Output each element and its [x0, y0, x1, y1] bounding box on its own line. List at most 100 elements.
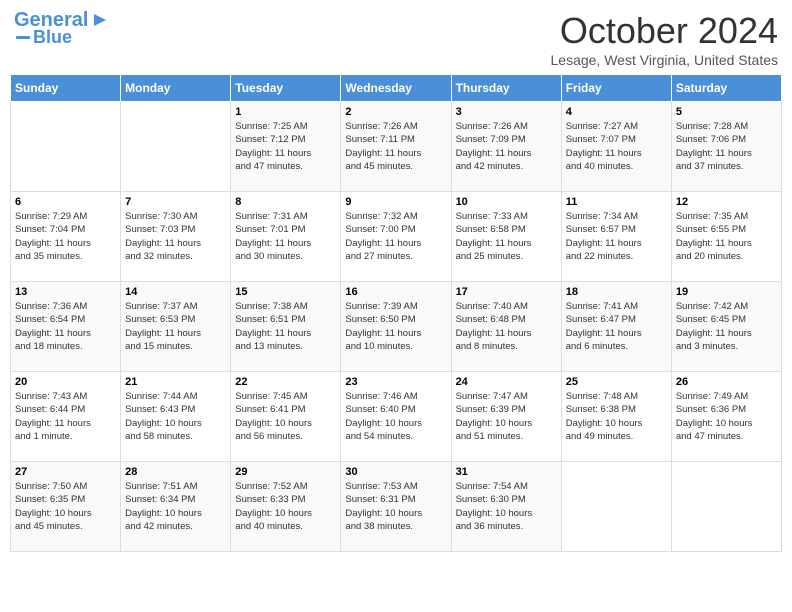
day-detail: Sunrise: 7:53 AM Sunset: 6:31 PM Dayligh…	[345, 480, 446, 533]
day-number: 22	[235, 376, 336, 388]
day-cell: 25Sunrise: 7:48 AM Sunset: 6:38 PM Dayli…	[561, 372, 671, 462]
day-detail: Sunrise: 7:47 AM Sunset: 6:39 PM Dayligh…	[456, 390, 557, 443]
day-cell: 3 Sunrise: 7:26 AM Sunset: 7:09 PM Daylig…	[451, 102, 561, 192]
day-cell: 27 Sunrise: 7:50 AM Sunset: 6:35 PM Dayli…	[11, 462, 121, 552]
day-number: 29	[235, 466, 336, 478]
day-detail: Sunrise: 7:26 AM Sunset: 7:11 PM Dayligh…	[345, 120, 446, 173]
day-cell: 24Sunrise: 7:47 AM Sunset: 6:39 PM Dayli…	[451, 372, 561, 462]
day-cell: 21 Sunrise: 7:44 AM Sunset: 6:43 PM Dayli…	[121, 372, 231, 462]
day-detail: Sunrise: 7:49 AM Sunset: 6:36 PM Dayligh…	[676, 390, 777, 443]
day-detail: Sunrise: 7:26 AM Sunset: 7:09 PM Dayligh…	[456, 120, 557, 173]
day-cell	[561, 462, 671, 552]
week-row-2: 13 Sunrise: 7:36 AM Sunset: 6:54 PM Dayli…	[11, 282, 782, 372]
day-number: 12	[676, 196, 777, 208]
col-friday: Friday	[561, 75, 671, 102]
day-number: 20	[15, 376, 116, 388]
day-detail: Sunrise: 7:48 AM Sunset: 6:38 PM Dayligh…	[566, 390, 667, 443]
day-cell: 17Sunrise: 7:40 AM Sunset: 6:48 PM Dayli…	[451, 282, 561, 372]
day-cell: 16 Sunrise: 7:39 AM Sunset: 6:50 PM Dayli…	[341, 282, 451, 372]
day-number: 3	[456, 106, 557, 118]
day-detail: Sunrise: 7:40 AM Sunset: 6:48 PM Dayligh…	[456, 300, 557, 353]
day-cell: 23 Sunrise: 7:46 AM Sunset: 6:40 PM Dayli…	[341, 372, 451, 462]
day-detail: Sunrise: 7:37 AM Sunset: 6:53 PM Dayligh…	[125, 300, 226, 353]
location: Lesage, West Virginia, United States	[551, 52, 779, 68]
day-cell: 15 Sunrise: 7:38 AM Sunset: 6:51 PM Dayli…	[231, 282, 341, 372]
day-detail: Sunrise: 7:50 AM Sunset: 6:35 PM Dayligh…	[15, 480, 116, 533]
day-detail: Sunrise: 7:32 AM Sunset: 7:00 PM Dayligh…	[345, 210, 446, 263]
calendar-table: Sunday Monday Tuesday Wednesday Thursday…	[10, 74, 782, 552]
day-detail: Sunrise: 7:42 AM Sunset: 6:45 PM Dayligh…	[676, 300, 777, 353]
day-cell: 30 Sunrise: 7:53 AM Sunset: 6:31 PM Dayli…	[341, 462, 451, 552]
day-number: 1	[235, 106, 336, 118]
day-detail: Sunrise: 7:27 AM Sunset: 7:07 PM Dayligh…	[566, 120, 667, 173]
day-cell: 8 Sunrise: 7:31 AM Sunset: 7:01 PM Daylig…	[231, 192, 341, 282]
day-detail: Sunrise: 7:29 AM Sunset: 7:04 PM Dayligh…	[15, 210, 116, 263]
day-cell: 9 Sunrise: 7:32 AM Sunset: 7:00 PM Daylig…	[341, 192, 451, 282]
day-number: 26	[676, 376, 777, 388]
week-row-1: 6Sunrise: 7:29 AM Sunset: 7:04 PM Daylig…	[11, 192, 782, 282]
day-cell	[11, 102, 121, 192]
day-cell: 20 Sunrise: 7:43 AM Sunset: 6:44 PM Dayli…	[11, 372, 121, 462]
day-number: 30	[345, 466, 446, 478]
title-block: October 2024 Lesage, West Virginia, Unit…	[551, 10, 779, 68]
day-detail: Sunrise: 7:39 AM Sunset: 6:50 PM Dayligh…	[345, 300, 446, 353]
day-number: 27	[15, 466, 116, 478]
day-detail: Sunrise: 7:45 AM Sunset: 6:41 PM Dayligh…	[235, 390, 336, 443]
day-cell: 6Sunrise: 7:29 AM Sunset: 7:04 PM Daylig…	[11, 192, 121, 282]
day-cell: 13 Sunrise: 7:36 AM Sunset: 6:54 PM Dayli…	[11, 282, 121, 372]
day-cell: 12 Sunrise: 7:35 AM Sunset: 6:55 PM Dayli…	[671, 192, 781, 282]
day-number: 9	[345, 196, 446, 208]
day-detail: Sunrise: 7:25 AM Sunset: 7:12 PM Dayligh…	[235, 120, 336, 173]
day-detail: Sunrise: 7:44 AM Sunset: 6:43 PM Dayligh…	[125, 390, 226, 443]
week-row-3: 20 Sunrise: 7:43 AM Sunset: 6:44 PM Dayli…	[11, 372, 782, 462]
day-number: 16	[345, 286, 446, 298]
day-detail: Sunrise: 7:52 AM Sunset: 6:33 PM Dayligh…	[235, 480, 336, 533]
day-detail: Sunrise: 7:30 AM Sunset: 7:03 PM Dayligh…	[125, 210, 226, 263]
day-number: 7	[125, 196, 226, 208]
day-detail: Sunrise: 7:31 AM Sunset: 7:01 PM Dayligh…	[235, 210, 336, 263]
day-cell: 28 Sunrise: 7:51 AM Sunset: 6:34 PM Dayli…	[121, 462, 231, 552]
day-number: 8	[235, 196, 336, 208]
col-monday: Monday	[121, 75, 231, 102]
day-cell: 7 Sunrise: 7:30 AM Sunset: 7:03 PM Daylig…	[121, 192, 231, 282]
day-cell: 5 Sunrise: 7:28 AM Sunset: 7:06 PM Daylig…	[671, 102, 781, 192]
day-cell: 4Sunrise: 7:27 AM Sunset: 7:07 PM Daylig…	[561, 102, 671, 192]
day-cell: 29 Sunrise: 7:52 AM Sunset: 6:33 PM Dayli…	[231, 462, 341, 552]
day-detail: Sunrise: 7:46 AM Sunset: 6:40 PM Dayligh…	[345, 390, 446, 443]
day-number: 21	[125, 376, 226, 388]
day-number: 28	[125, 466, 226, 478]
day-cell: 26 Sunrise: 7:49 AM Sunset: 6:36 PM Dayli…	[671, 372, 781, 462]
day-number: 18	[566, 286, 667, 298]
logo-blue: Blue	[33, 28, 72, 46]
day-detail: Sunrise: 7:51 AM Sunset: 6:34 PM Dayligh…	[125, 480, 226, 533]
day-detail: Sunrise: 7:41 AM Sunset: 6:47 PM Dayligh…	[566, 300, 667, 353]
day-cell: 19Sunrise: 7:42 AM Sunset: 6:45 PM Dayli…	[671, 282, 781, 372]
day-cell: 31Sunrise: 7:54 AM Sunset: 6:30 PM Dayli…	[451, 462, 561, 552]
col-sunday: Sunday	[11, 75, 121, 102]
day-number: 5	[676, 106, 777, 118]
week-row-0: 1 Sunrise: 7:25 AM Sunset: 7:12 PM Daylig…	[11, 102, 782, 192]
logo: General Blue	[14, 10, 110, 46]
day-cell	[671, 462, 781, 552]
day-number: 10	[456, 196, 557, 208]
day-cell: 10Sunrise: 7:33 AM Sunset: 6:58 PM Dayli…	[451, 192, 561, 282]
day-cell: 1 Sunrise: 7:25 AM Sunset: 7:12 PM Daylig…	[231, 102, 341, 192]
header-row: Sunday Monday Tuesday Wednesday Thursday…	[11, 75, 782, 102]
day-detail: Sunrise: 7:34 AM Sunset: 6:57 PM Dayligh…	[566, 210, 667, 263]
day-number: 13	[15, 286, 116, 298]
day-number: 2	[345, 106, 446, 118]
day-detail: Sunrise: 7:38 AM Sunset: 6:51 PM Dayligh…	[235, 300, 336, 353]
day-detail: Sunrise: 7:36 AM Sunset: 6:54 PM Dayligh…	[15, 300, 116, 353]
month-title: October 2024	[551, 10, 779, 52]
col-thursday: Thursday	[451, 75, 561, 102]
day-number: 15	[235, 286, 336, 298]
day-cell	[121, 102, 231, 192]
day-detail: Sunrise: 7:28 AM Sunset: 7:06 PM Dayligh…	[676, 120, 777, 173]
day-number: 23	[345, 376, 446, 388]
day-number: 11	[566, 196, 667, 208]
day-detail: Sunrise: 7:35 AM Sunset: 6:55 PM Dayligh…	[676, 210, 777, 263]
day-cell: 18 Sunrise: 7:41 AM Sunset: 6:47 PM Dayli…	[561, 282, 671, 372]
col-tuesday: Tuesday	[231, 75, 341, 102]
day-detail: Sunrise: 7:43 AM Sunset: 6:44 PM Dayligh…	[15, 390, 116, 443]
week-row-4: 27 Sunrise: 7:50 AM Sunset: 6:35 PM Dayli…	[11, 462, 782, 552]
